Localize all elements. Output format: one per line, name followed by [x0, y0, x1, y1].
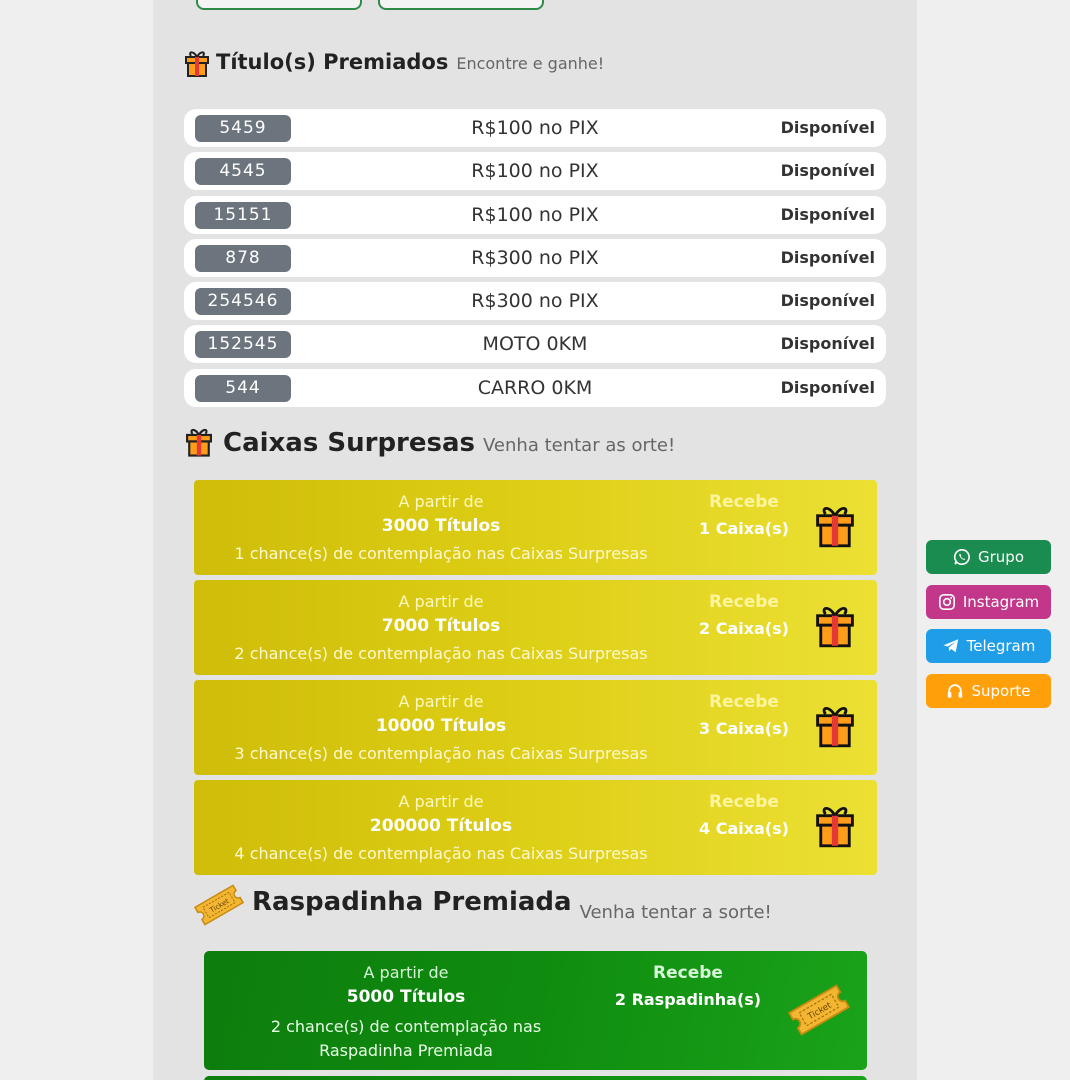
status-label: Disponível [780, 248, 875, 267]
titles-count: 7000 Títulos [381, 616, 501, 636]
receive-label: Recebe [653, 963, 723, 983]
receive-label: Recebe [709, 792, 779, 812]
reward-text: 2 Raspadinha(s) [614, 990, 762, 1009]
gift-icon [816, 606, 854, 648]
caixas-header: Caixas Surpresas Venha tentar as orte! [223, 428, 675, 458]
instagram-icon [938, 593, 955, 611]
instagram-button[interactable]: Instagram [926, 585, 1051, 619]
main-column: Título(s) Premiados Encontre e ganhe! 54… [153, 0, 917, 1080]
prize-row[interactable]: 15151 R$100 no PIX Disponível [184, 196, 886, 234]
gift-icon [816, 706, 854, 748]
chances-text: 2 chance(s) de contemplação nas Caixas S… [234, 644, 648, 663]
chances-text: 2 chance(s) de contemplação nas Raspadin… [204, 1015, 608, 1063]
top-action-button-left[interactable] [196, 0, 362, 10]
top-action-button-right[interactable] [378, 0, 544, 10]
surprise-box-card[interactable]: A partir de 7000 Títulos 2 chance(s) de … [194, 580, 877, 675]
titles-count: 200000 Títulos [369, 816, 513, 836]
suporte-button[interactable]: Suporte [926, 674, 1051, 708]
grupo-label: Grupo [978, 548, 1024, 566]
ticket-icon: Ticket [193, 884, 245, 926]
gift-icon [186, 428, 212, 457]
prize-row[interactable]: 4545 R$100 no PIX Disponível [184, 152, 886, 190]
titles-count: 10000 Títulos [375, 716, 507, 736]
premiados-subtitle: Encontre e ganhe! [456, 54, 605, 73]
surprise-box-card[interactable]: A partir de 10000 Títulos 3 chance(s) de… [194, 680, 877, 775]
chances-text: 4 chance(s) de contemplação nas Caixas S… [234, 844, 648, 863]
headset-icon [948, 684, 963, 698]
gift-icon [816, 806, 854, 848]
from-label: A partir de [363, 963, 449, 982]
raspadinha-header: Raspadinha Premiada Venha tentar a sorte… [252, 887, 772, 923]
reward-text: 3 Caixa(s) [699, 719, 789, 738]
status-label: Disponível [780, 161, 875, 180]
titles-count: 5000 Títulos [346, 987, 466, 1007]
status-label: Disponível [780, 334, 875, 353]
caixas-title: Caixas Surpresas [223, 428, 476, 458]
receive-label: Recebe [709, 492, 779, 512]
chances-text: 1 chance(s) de contemplação nas Caixas S… [234, 544, 648, 563]
status-label: Disponível [780, 378, 875, 397]
receive-label: Recebe [709, 692, 779, 712]
status-label: Disponível [780, 205, 875, 224]
prize-row[interactable]: 152545 MOTO 0KM Disponível [184, 325, 886, 363]
status-label: Disponível [780, 118, 875, 137]
status-label: Disponível [780, 291, 875, 310]
chances-text: 3 chance(s) de contemplação nas Caixas S… [234, 744, 648, 763]
prize-row[interactable]: 878 R$300 no PIX Disponível [184, 239, 886, 277]
premiados-header: Título(s) Premiados Encontre e ganhe! [216, 50, 604, 74]
titles-count: 3000 Títulos [381, 516, 501, 536]
receive-label: Recebe [709, 592, 779, 612]
raspadinha-card[interactable]: A partir de 5000 Títulos 2 chance(s) de … [204, 951, 867, 1070]
caixas-subtitle: Venha tentar as orte! [483, 435, 676, 456]
whatsapp-icon [953, 548, 970, 565]
reward-text: 1 Caixa(s) [699, 519, 789, 538]
premiados-title: Título(s) Premiados [216, 50, 449, 74]
telegram-button[interactable]: Telegram [926, 629, 1051, 663]
gift-icon [816, 506, 854, 548]
grupo-button[interactable]: Grupo [926, 540, 1051, 574]
gift-icon [185, 51, 209, 77]
raspadinha-title: Raspadinha Premiada [252, 887, 572, 917]
prize-row[interactable]: 5459 R$100 no PIX Disponível [184, 109, 886, 147]
ticket-icon: Ticket [787, 984, 851, 1036]
prize-row[interactable]: 254546 R$300 no PIX Disponível [184, 282, 886, 320]
from-label: A partir de [398, 792, 484, 811]
raspadinha-card[interactable] [204, 1076, 867, 1080]
reward-text: 2 Caixa(s) [699, 619, 789, 638]
reward-text: 4 Caixa(s) [699, 819, 789, 838]
from-label: A partir de [398, 592, 484, 611]
raspadinha-subtitle: Venha tentar a sorte! [579, 902, 772, 923]
telegram-icon [942, 639, 958, 653]
telegram-label: Telegram [966, 637, 1036, 655]
chances-line: 2 chance(s) de contemplação nas [270, 1017, 542, 1036]
from-label: A partir de [398, 492, 484, 511]
chances-line: Raspadinha Premiada [319, 1041, 493, 1060]
suporte-label: Suporte [971, 682, 1031, 700]
from-label: A partir de [398, 692, 484, 711]
surprise-box-card[interactable]: A partir de 200000 Títulos 4 chance(s) d… [194, 780, 877, 875]
prize-row[interactable]: 544 CARRO 0KM Disponível [184, 369, 886, 407]
surprise-box-card[interactable]: A partir de 3000 Títulos 1 chance(s) de … [194, 480, 877, 575]
instagram-label: Instagram [962, 593, 1040, 611]
